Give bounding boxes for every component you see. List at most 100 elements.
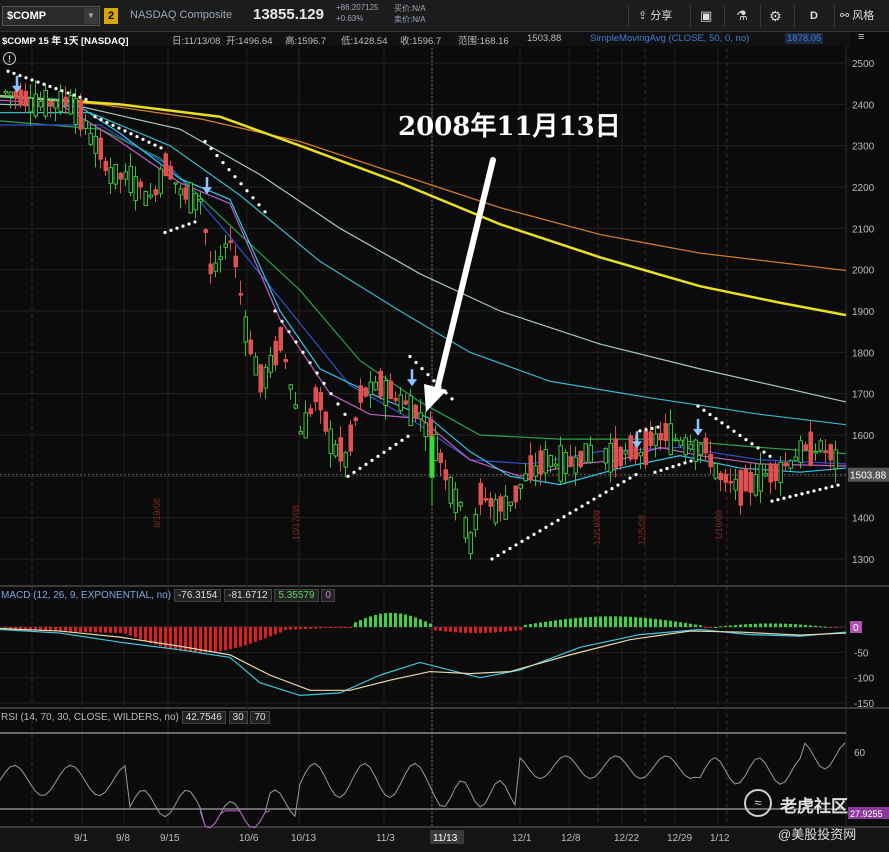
trail-dot [520,539,524,544]
macd-bar [579,617,582,627]
trail-dot [221,161,225,165]
trail-dot [376,454,380,458]
candle-body [458,501,463,507]
trail-dot [689,459,693,463]
price-tick-label: 2100 [852,224,875,235]
rsi-title[interactable]: RSI (14, 70, 30, CLOSE, WILDERS, no) [1,712,179,723]
macd-bar [564,619,567,627]
candle-body [193,193,198,211]
trail-dot [762,450,766,454]
candle-body [48,100,53,107]
rsi-tick-label: 60 [854,748,866,759]
candle-body [553,463,558,467]
vertical-date-label: 12/19/08 [592,510,602,545]
candle-body [63,96,68,106]
candle-body [783,462,788,467]
rsi-value: 42.7546 [181,711,226,724]
candle-body [603,448,608,464]
candle-body [238,293,243,296]
trail-dot [364,462,368,466]
macd-bar [639,617,642,627]
trail-dot [656,425,660,429]
trail-dot [141,137,145,142]
trail-dot [129,132,133,136]
candle-body [583,443,588,463]
candle-body [28,97,33,113]
trail-dot [770,499,774,503]
candle-body [408,395,413,426]
candle-body [788,460,793,469]
vertical-date-label: 10/17/08 [291,505,301,540]
candle-body [463,517,468,539]
vertical-date-label: 1/16/09 [714,510,724,540]
trail-dot [526,536,530,540]
macd-bar [759,623,762,627]
trail-dot [400,438,404,442]
trail-dot [616,483,620,487]
macd-bar [139,627,142,640]
candle-body [563,451,568,474]
macd-bar [724,625,727,627]
trail-dot [280,319,284,323]
trail-dot [257,203,261,207]
date-tick-label: 9/8 [116,833,130,844]
candle-body [73,98,78,125]
candle-body [473,514,478,531]
macd-bar [494,627,497,633]
trail-dot [60,89,64,93]
macd-bar [729,625,732,627]
macd-bar [514,627,517,631]
trail-dot [72,93,76,97]
macd-bar [809,625,812,627]
candle-body [293,404,298,409]
macd-bar [354,622,357,627]
macd-bar [254,627,257,642]
candle-body [713,462,718,479]
candle-body [413,404,418,418]
macd-bar [549,621,552,627]
candle-body [178,188,183,196]
macd-bar [524,624,527,627]
macd-bar [679,622,682,627]
macd-bar [819,626,822,628]
candle-body [508,501,513,506]
trail-dot [659,468,663,472]
candle-body [233,255,238,268]
macd-bar [509,627,512,632]
macd-bar [534,623,537,627]
candle-body [573,456,578,474]
trail-dot [147,140,151,144]
candle-body [298,431,303,435]
macd-title[interactable]: MACD (12, 26, 9, EXPONENTIAL, no) [1,590,171,601]
macd-bar [124,627,127,634]
macd-bar [769,623,772,627]
trail-dot [203,139,207,144]
macd-bar [209,627,212,653]
price-tick-label: 1400 [852,514,875,525]
candle-body [628,435,633,460]
candle-body [828,444,833,461]
trail-dot [836,483,840,487]
macd-bar [544,621,547,627]
trail-dot [273,309,277,313]
candle-body [43,89,48,117]
alert-icon[interactable]: ! [3,52,16,65]
trail-dot [638,429,642,433]
candle-body [758,463,763,492]
trail-dot [370,458,374,462]
macd-bar [689,623,692,627]
price-tick-label: 2200 [852,183,875,194]
trail-dot [78,95,82,99]
trail-dot [175,226,179,230]
macd-bar [699,625,702,627]
macd-bar [709,627,712,628]
macd-bar [789,623,792,627]
trail-dot [653,470,657,474]
candle-body [743,468,748,492]
macd-bar [654,618,657,627]
candle-body [83,120,88,130]
trail-dot [54,87,58,91]
macd-bar [644,617,647,627]
trail-dot [169,228,173,232]
candle-body [733,478,738,491]
